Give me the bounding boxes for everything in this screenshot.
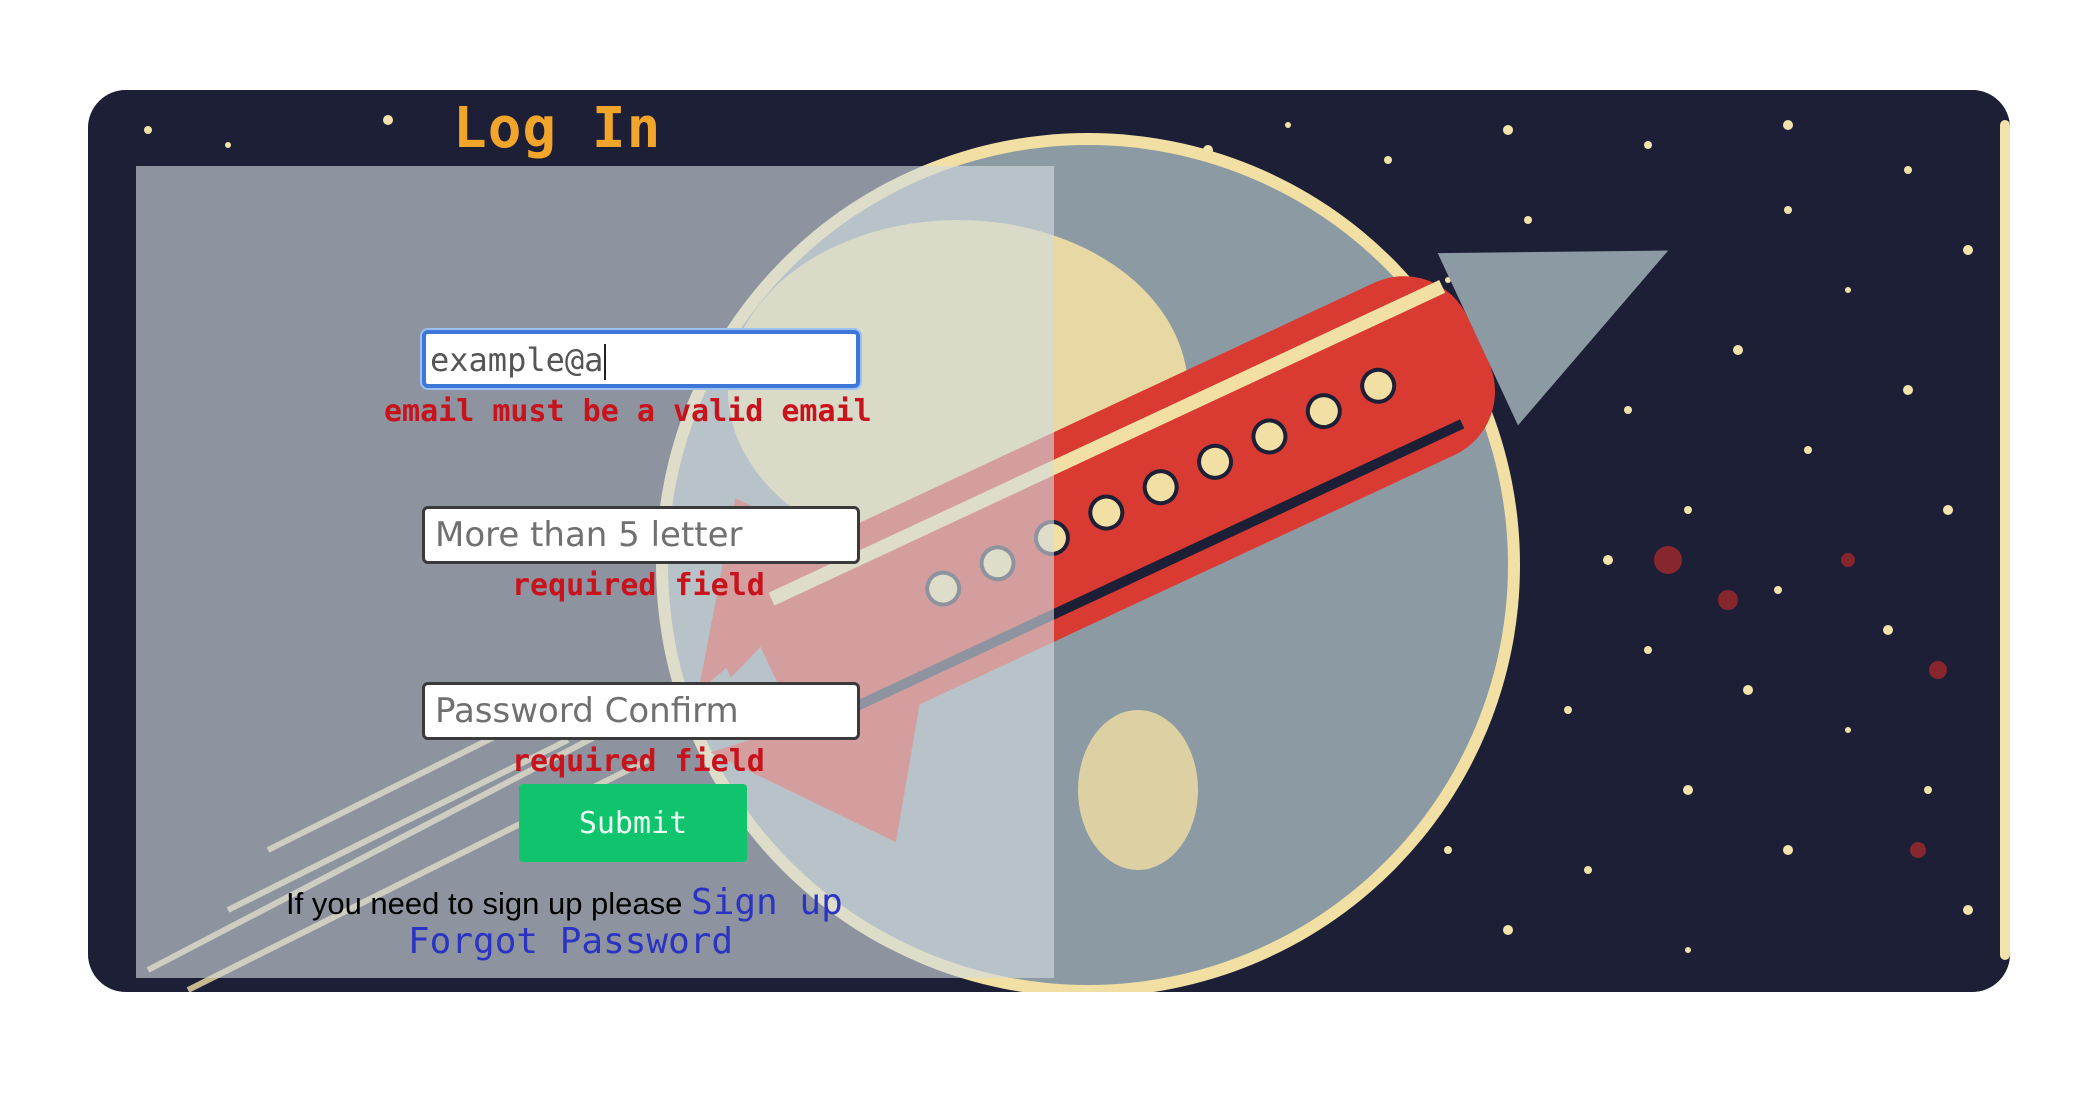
login-card: Log In example@a email must be a valid e… (88, 90, 2010, 992)
signup-prompt: If you need to sign up please Sign up (286, 882, 843, 923)
page-title: Log In (453, 96, 662, 161)
forgot-password-link[interactable]: Forgot Password (408, 921, 733, 962)
password-field[interactable]: More than 5 letter (422, 506, 860, 564)
text-caret (604, 344, 607, 380)
password-error-message: required field (512, 568, 765, 603)
email-error-message: email must be a valid email (384, 394, 872, 429)
signup-link[interactable]: Sign up (691, 882, 843, 923)
password-confirm-field[interactable]: Password Confirm (422, 682, 860, 740)
email-field-value: example@a (430, 341, 604, 379)
password-confirm-error-message: required field (512, 744, 765, 779)
email-field[interactable]: example@a (422, 330, 860, 388)
submit-button[interactable]: Submit (519, 784, 747, 862)
signup-prompt-text: If you need to sign up please (286, 886, 683, 921)
